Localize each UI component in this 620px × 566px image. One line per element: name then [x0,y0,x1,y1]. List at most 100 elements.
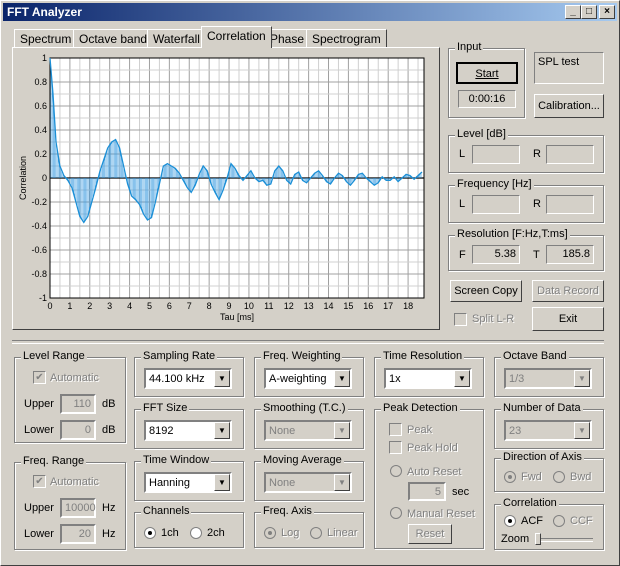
tab-waterfall[interactable]: Waterfall [147,29,206,47]
direction-bwd-radio[interactable] [553,471,565,483]
level-r-value [546,145,594,164]
peak-detection-label: Peak Detection [381,402,460,414]
number-of-data-value: 23 [509,425,522,437]
freq-lower-input[interactable]: 20 [60,524,96,544]
moving-average-label: Moving Average [261,454,344,466]
tab-spectrogram[interactable]: Spectrogram [306,29,387,47]
start-button[interactable]: Start [456,62,518,84]
minimize-icon[interactable]: _ [565,5,581,19]
x-tick-label: 2 [87,301,92,311]
x-tick-label: 3 [107,301,112,311]
tab-octave-band[interactable]: Octave band [73,29,154,47]
octave-band-select[interactable]: 1/3 ▼ [504,368,592,389]
freq-weighting-value: A-weighting [269,373,327,385]
chevron-down-icon[interactable]: ▼ [214,474,230,491]
level-lower-input[interactable]: 0 [60,420,96,440]
data-record-button[interactable]: Data Record [532,280,604,302]
time-window-select[interactable]: Hanning ▼ [144,472,232,493]
chevron-down-icon[interactable]: ▼ [454,370,470,387]
freq-upper-input[interactable]: 10000 [60,498,96,518]
calibration-button[interactable]: Calibration... [534,94,604,118]
chevron-down-icon[interactable]: ▼ [214,370,230,387]
moving-average-value: None [269,477,296,489]
chevron-down-icon[interactable]: ▼ [574,422,590,439]
freq-r-label: R [533,198,541,210]
chevron-down-icon[interactable]: ▼ [334,474,350,491]
level-automatic-checkbox[interactable]: ✔ [33,371,46,384]
direction-fwd-label: Fwd [521,471,542,483]
freq-axis-linear-radio[interactable] [310,527,322,539]
auto-reset-seconds-input[interactable]: 5 [408,482,446,501]
x-tick-label: 7 [187,301,192,311]
manual-reset-radio[interactable] [390,507,402,519]
split-lr-checkbox[interactable] [454,313,467,326]
tab-correlation[interactable]: Correlation [201,26,272,48]
x-tick-label: 17 [383,301,393,311]
zoom-slider-track[interactable] [535,538,593,542]
fft-size-select[interactable]: 8192 ▼ [144,420,232,441]
x-axis-label: Tau [ms] [220,312,254,322]
correlation-acf-radio[interactable] [504,515,516,527]
chevron-down-icon[interactable]: ▼ [214,422,230,439]
title-bar[interactable]: FFT Analyzer _ □ × [3,3,617,21]
input-label: Input [455,41,484,53]
zoom-label: Zoom [501,533,530,545]
exit-button[interactable]: Exit [532,307,604,331]
level-upper-input[interactable]: 110 [60,394,96,414]
resolution-t-value: 185.8 [546,245,594,264]
window-title: FFT Analyzer [7,5,82,19]
level-label: Level [dB] [455,128,508,140]
channels-2ch-radio[interactable] [190,527,202,539]
x-tick-label: 12 [284,301,294,311]
separator [12,340,604,344]
resolution-label: Resolution [F:Hz,T:ms] [455,228,570,240]
freq-r-value [546,195,594,214]
correlation-label: Correlation [501,497,559,509]
correlation-ccf-label: CCF [570,515,593,527]
number-of-data-select[interactable]: 23 ▼ [504,420,592,441]
y-tick-label: -1 [39,293,47,303]
x-tick-label: 0 [47,301,52,311]
peak-label: Peak [407,424,433,436]
reset-button[interactable]: Reset [408,524,452,544]
maximize-icon[interactable]: □ [581,5,597,19]
x-tick-label: 9 [227,301,232,311]
peak-checkbox[interactable] [389,423,402,436]
time-resolution-select[interactable]: 1x ▼ [384,368,472,389]
octave-band-value: 1/3 [509,373,525,385]
close-icon[interactable]: × [599,5,615,19]
correlation-acf-label: ACF [521,515,543,527]
freq-lower-unit: Hz [102,528,116,540]
direction-fwd-radio[interactable] [504,471,516,483]
screen-copy-button[interactable]: Screen Copy [450,280,522,302]
level-r-label: R [533,148,541,160]
peak-hold-label: Peak Hold [407,442,458,454]
freq-automatic-label: Automatic [50,476,99,488]
freq-weighting-select[interactable]: A-weighting ▼ [264,368,352,389]
y-tick-label: -0.4 [31,221,47,231]
peak-hold-checkbox[interactable] [389,441,402,454]
freq-range-label: Freq. Range [21,455,87,467]
moving-average-select[interactable]: None ▼ [264,472,352,493]
freq-l-label: L [459,198,466,210]
zoom-slider-thumb[interactable] [535,533,541,545]
y-tick-label: 1 [42,53,47,63]
chevron-down-icon[interactable]: ▼ [334,370,350,387]
freq-automatic-checkbox[interactable]: ✔ [33,475,46,488]
x-tick-label: 16 [363,301,373,311]
x-tick-label: 4 [127,301,132,311]
tab-spectrum[interactable]: Spectrum [14,29,78,47]
sampling-rate-select[interactable]: 44.100 kHz ▼ [144,368,232,389]
channels-1ch-radio[interactable] [144,527,156,539]
y-tick-label: 0.6 [34,101,47,111]
elapsed-time: 0:00:16 [458,90,516,108]
smoothing-select[interactable]: None ▼ [264,420,352,441]
correlation-ccf-radio[interactable] [553,515,565,527]
x-tick-label: 15 [343,301,353,311]
resolution-f-value: 5.38 [472,245,520,264]
auto-reset-radio[interactable] [390,465,402,477]
chevron-down-icon[interactable]: ▼ [574,370,590,387]
chevron-down-icon[interactable]: ▼ [334,422,350,439]
freq-axis-log-radio[interactable] [264,527,276,539]
freq-l-value [472,195,520,214]
